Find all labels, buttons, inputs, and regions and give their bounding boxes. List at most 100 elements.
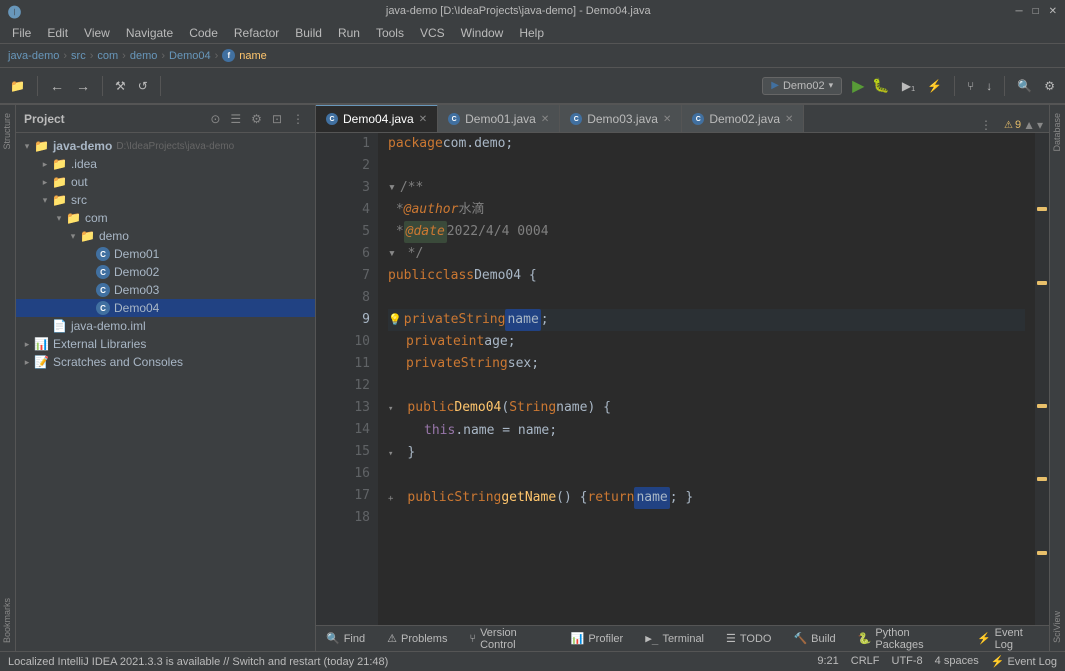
fold-icon[interactable]: ▾ <box>388 243 396 265</box>
sidebar-locate-button[interactable]: ⊙ <box>207 111 223 127</box>
bookmarks-tab[interactable]: Bookmarks <box>0 590 15 651</box>
tree-item-iml[interactable]: 📄 java-demo.iml <box>16 317 315 335</box>
fold-icon[interactable]: ▾ <box>388 177 396 199</box>
tree-item-idea[interactable]: ▸ 📁 .idea <box>16 155 315 173</box>
cursor-position[interactable]: 9:21 <box>817 655 838 668</box>
tree-item-scratches[interactable]: ▸ 📝 Scratches and Consoles <box>16 353 315 371</box>
menu-file[interactable]: File <box>4 24 39 42</box>
tab-close-button[interactable]: ✕ <box>541 114 549 125</box>
build-button[interactable]: ⚒ <box>111 77 130 95</box>
menu-code[interactable]: Code <box>181 24 226 42</box>
profile-button[interactable]: ⚡ <box>923 77 946 95</box>
breadcrumb-project[interactable]: java-demo <box>8 50 59 62</box>
reload-button[interactable]: ↺ <box>134 77 152 95</box>
project-panel: Project ⊙ ☰ ⚙ ⊡ ⋮ ▾ 📁 java-demo D:\IdeaP… <box>16 105 316 651</box>
update-button[interactable]: ↓ <box>982 77 996 95</box>
bulb-icon[interactable]: 💡 <box>388 309 402 331</box>
structure-tab[interactable]: Structure <box>0 105 15 158</box>
tab-demo03[interactable]: C Demo03.java ✕ <box>560 105 682 132</box>
bottom-tab-eventlog[interactable]: ⚡ Event Log <box>967 625 1049 652</box>
encoding[interactable]: UTF-8 <box>892 655 923 668</box>
database-tab[interactable]: Database <box>1050 105 1065 160</box>
tree-item-src[interactable]: ▾ 📁 src <box>16 191 315 209</box>
sidebar-more-button[interactable]: ⋮ <box>289 111 307 127</box>
minimize-button[interactable]: ─ <box>1015 6 1022 17</box>
bottom-tab-find[interactable]: 🔍 Find <box>316 630 375 647</box>
settings-button[interactable]: ⚙ <box>1040 77 1059 95</box>
vcs-button[interactable]: ⑂ <box>963 77 978 95</box>
tabs-more-button[interactable]: ⋮ <box>974 118 998 132</box>
tree-item-demo01[interactable]: C Demo01 <box>16 245 315 263</box>
debug-button[interactable]: 🐛 <box>868 75 893 96</box>
line-num: 5 <box>342 221 370 243</box>
tab-demo01[interactable]: C Demo01.java ✕ <box>438 105 560 132</box>
sidebar-expand-button[interactable]: ⊡ <box>269 111 285 127</box>
search-everywhere-button[interactable]: 🔍 <box>1013 77 1036 95</box>
sciview-tab[interactable]: SciView <box>1050 603 1065 651</box>
tree-item-extlibs[interactable]: ▸ 📊 External Libraries <box>16 335 315 353</box>
menu-view[interactable]: View <box>76 24 118 42</box>
bottom-tab-python[interactable]: 🐍 Python Packages <box>848 625 963 652</box>
breadcrumb-com[interactable]: com <box>97 50 118 62</box>
breadcrumb-demo[interactable]: demo <box>130 50 158 62</box>
code-editor[interactable]: 1 2 3 4 5 6 7 8 9 10 11 12 13 14 15 16 1… <box>316 133 1049 625</box>
maximize-button[interactable]: □ <box>1033 6 1039 17</box>
fold-icon[interactable]: + <box>388 488 393 510</box>
expand-arrow <box>82 249 96 259</box>
tree-item-demo02[interactable]: C Demo02 <box>16 263 315 281</box>
menu-build[interactable]: Build <box>287 24 330 42</box>
tree-item-demo[interactable]: ▾ 📁 demo <box>16 227 315 245</box>
folder-icon: 📁 <box>80 229 95 243</box>
tree-item-com[interactable]: ▾ 📁 com <box>16 209 315 227</box>
bottom-tab-terminal[interactable]: ▶_ Terminal <box>635 630 714 647</box>
tab-close-button[interactable]: ✕ <box>419 114 427 125</box>
bottom-tab-todo[interactable]: ☰ TODO <box>716 630 781 647</box>
breadcrumb-demo04[interactable]: Demo04 <box>169 50 211 62</box>
bottom-tab-problems[interactable]: ⚠ Problems <box>377 630 457 647</box>
line-num: 17 <box>342 485 370 507</box>
forward-button[interactable]: → <box>72 76 94 96</box>
warning-expand[interactable]: ▾ <box>1037 118 1043 132</box>
tab-close-button[interactable]: ✕ <box>785 114 793 125</box>
run-config-selector[interactable]: ▶ Demo02 ▾ <box>762 77 842 95</box>
close-button[interactable]: ✕ <box>1049 6 1057 17</box>
menu-edit[interactable]: Edit <box>39 24 76 42</box>
indent[interactable]: 4 spaces <box>935 655 979 668</box>
menu-tools[interactable]: Tools <box>368 24 412 42</box>
tree-item-demo03[interactable]: C Demo03 <box>16 281 315 299</box>
sidebar-scroll-button[interactable]: ☰ <box>227 111 244 127</box>
menu-run[interactable]: Run <box>330 24 368 42</box>
tab-close-button[interactable]: ✕ <box>663 114 671 125</box>
sidebar-gear-button[interactable]: ⚙ <box>248 111 265 127</box>
project-structure-button[interactable]: 📁 <box>6 77 29 95</box>
toolbar: 📁 ← → ⚒ ↺ ▶ Demo02 ▾ ▶ 🐛 ▶₁ ⚡ ⑂ ↓ 🔍 ⚙ <box>0 68 1065 104</box>
warning-toggle[interactable]: ▲ <box>1023 118 1035 132</box>
menu-help[interactable]: Help <box>511 24 552 42</box>
line-ending[interactable]: CRLF <box>851 655 880 668</box>
tree-item-root[interactable]: ▾ 📁 java-demo D:\IdeaProjects\java-demo <box>16 137 315 155</box>
coverage-button[interactable]: ▶₁ <box>898 77 919 95</box>
tree-item-demo04[interactable]: C Demo04 <box>16 299 315 317</box>
expand-arrow: ▾ <box>66 231 80 242</box>
bottom-tab-build[interactable]: 🔨 Build <box>783 630 845 647</box>
bottom-tab-profiler[interactable]: 📊 Profiler <box>561 630 634 647</box>
run-button[interactable]: ▶ <box>852 76 864 96</box>
breadcrumb-src[interactable]: src <box>71 50 86 62</box>
breadcrumb-name[interactable]: name <box>239 50 267 62</box>
project-folder-icon: 📁 <box>34 139 49 153</box>
editor-scrollbar[interactable] <box>1035 133 1049 625</box>
tab-demo02[interactable]: C Demo02.java ✕ <box>682 105 804 132</box>
menu-refactor[interactable]: Refactor <box>226 24 287 42</box>
menu-window[interactable]: Window <box>453 24 512 42</box>
menu-navigate[interactable]: Navigate <box>118 24 181 42</box>
profiler-icon: 📊 <box>571 632 585 645</box>
back-button[interactable]: ← <box>46 76 68 96</box>
menu-vcs[interactable]: VCS <box>412 24 453 42</box>
code-content[interactable]: package com.demo; ▾/** * @author 水滴 * @d… <box>378 133 1035 625</box>
fold-icon[interactable]: ▾ <box>388 443 393 465</box>
tab-demo04[interactable]: C Demo04.java ✕ <box>316 105 438 132</box>
tree-item-out[interactable]: ▸ 📁 out <box>16 173 315 191</box>
fold-icon[interactable]: ▾ <box>388 398 393 420</box>
bottom-tab-vcs[interactable]: ⑂ Version Control <box>459 625 558 652</box>
event-log[interactable]: ⚡ Event Log <box>991 655 1057 668</box>
